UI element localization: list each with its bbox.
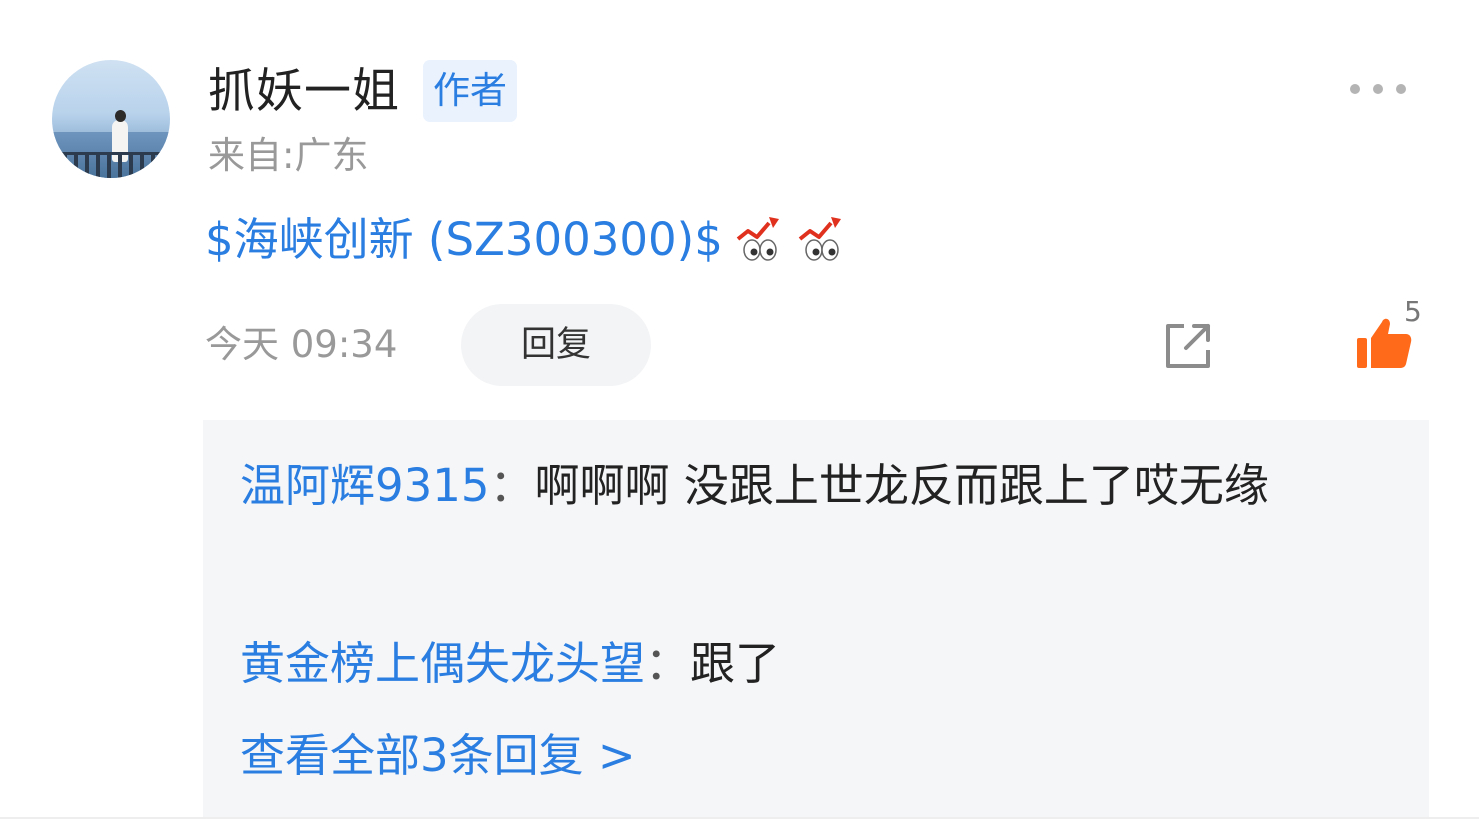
author-avatar[interactable]: [52, 60, 170, 178]
reply-text: 跟了: [690, 637, 781, 690]
eyes-stock-up-icon: [798, 217, 841, 261]
reply-username[interactable]: 黄金榜上偶失龙头望: [240, 637, 645, 690]
reply-item[interactable]: 黄金榜上偶失龙头望：跟了: [240, 624, 1380, 704]
stock-link[interactable]: $海峡创新 (SZ300300)$: [205, 210, 723, 270]
author-badge: 作者: [423, 60, 517, 122]
post-content: $海峡创新 (SZ300300)$: [205, 210, 847, 270]
author-location: 来自:广东: [208, 134, 369, 177]
reply-colon: ：: [645, 637, 691, 690]
reply-text: 啊啊啊 没跟上世龙反而跟上了哎无缘: [534, 459, 1269, 512]
post-timestamp: 今天 09:34: [205, 323, 398, 366]
avatar-railing: [52, 152, 170, 178]
comment-card: 抓妖一姐 作者 来自:广东 $海峡创新 (SZ300300)$ 今天 09:34…: [0, 0, 1479, 819]
eyes-stock-up-icon: [736, 217, 779, 261]
more-options-icon[interactable]: [1350, 80, 1406, 98]
reply-username[interactable]: 温阿辉9315: [240, 459, 490, 512]
more-dot: [1350, 84, 1360, 94]
reply-item[interactable]: 温阿辉9315：啊啊啊 没跟上世龙反而跟上了哎无缘: [240, 446, 1380, 526]
more-dot: [1396, 84, 1406, 94]
more-dot: [1373, 84, 1383, 94]
reply-colon: ：: [489, 459, 535, 512]
author-name[interactable]: 抓妖一姐: [208, 62, 400, 122]
like-count: 5: [1404, 295, 1422, 328]
avatar-head: [115, 110, 126, 122]
reply-button[interactable]: 回复: [461, 304, 651, 386]
share-icon[interactable]: [1160, 318, 1216, 374]
view-all-replies-link[interactable]: 查看全部3条回复 >: [240, 716, 636, 796]
